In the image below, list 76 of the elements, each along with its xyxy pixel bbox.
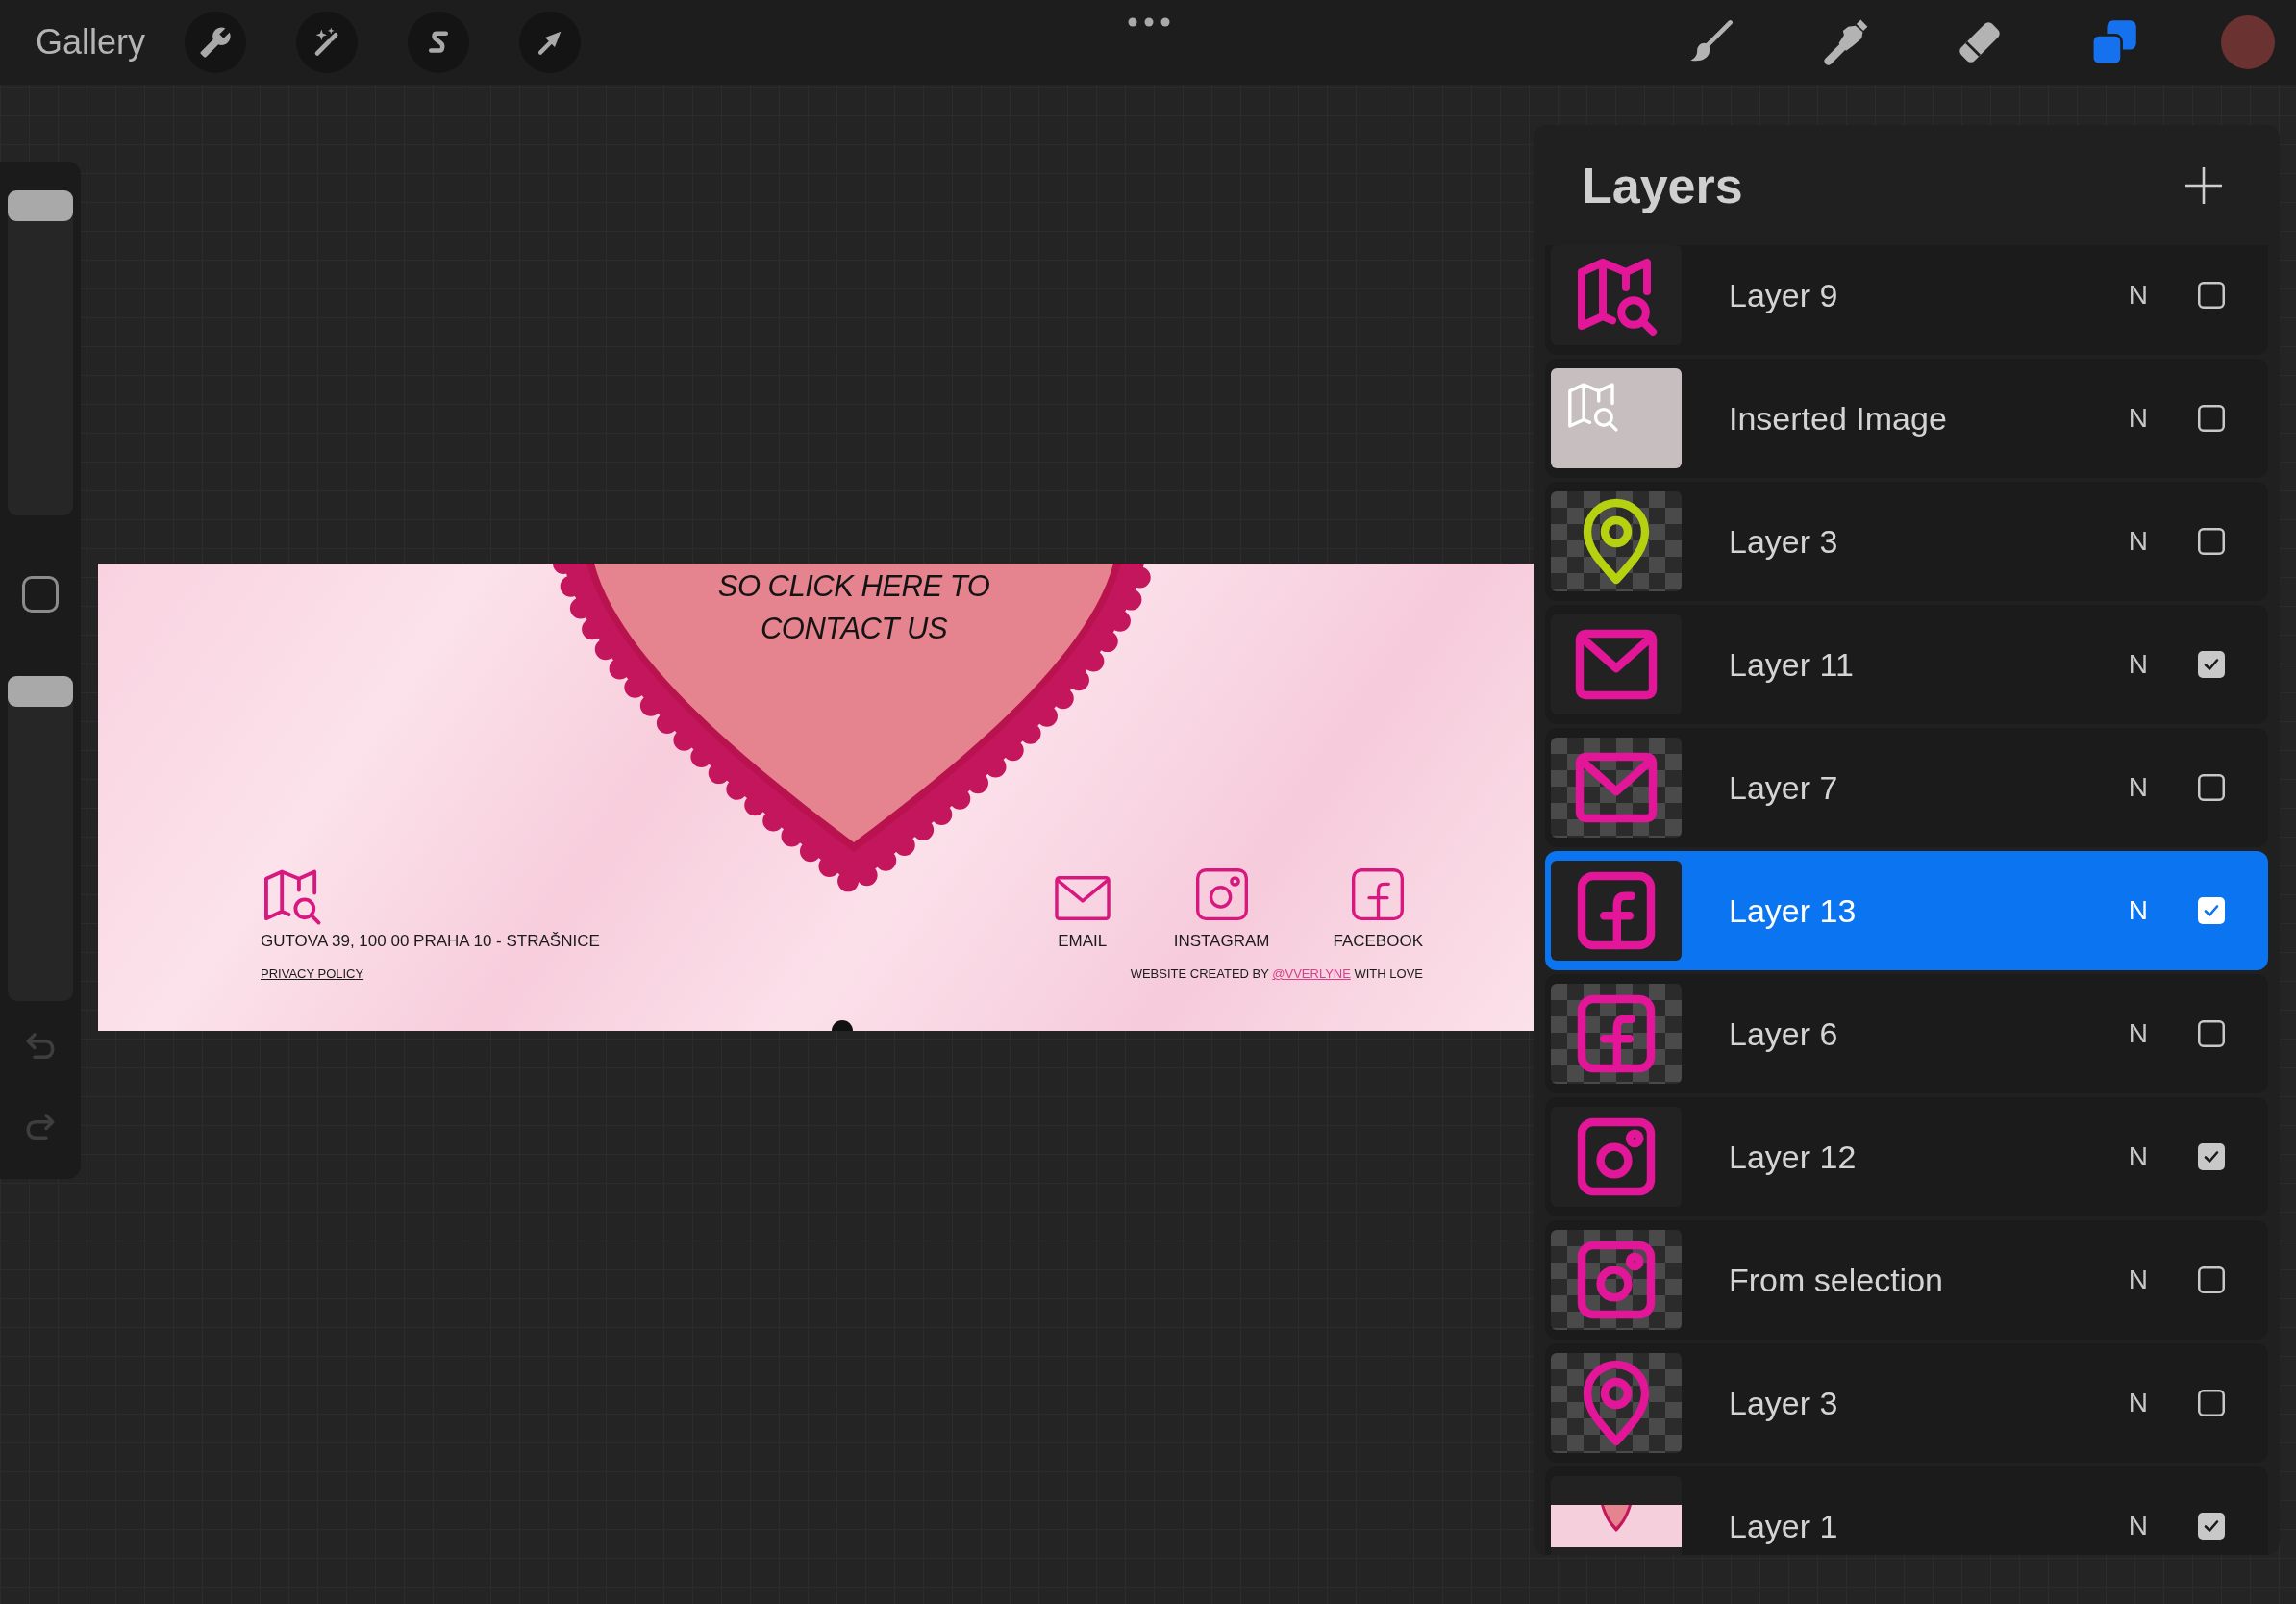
location-pin-thumbnail-icon (1551, 491, 1682, 591)
visibility-checkbox[interactable] (2198, 651, 2225, 678)
layer-row[interactable]: Layer 13 N (1545, 851, 2268, 970)
blend-mode-button[interactable]: N (2128, 1018, 2148, 1049)
layer-row[interactable]: Layer 1 N (1545, 1466, 2268, 1555)
layer-name: Layer 3 (1729, 522, 1839, 561)
credit-text: WEBSITE CREATED BY @VVERLYNE WITH LOVE (1130, 966, 1423, 982)
envelope-thumbnail-icon (1551, 738, 1682, 838)
blend-mode-button[interactable]: N (2128, 772, 2148, 803)
layer-row[interactable]: Layer 9 N (1545, 245, 2268, 355)
color-swatch[interactable] (2221, 15, 2275, 69)
wrench-icon (199, 26, 233, 59)
more-icon[interactable] (1127, 17, 1170, 27)
layer-row[interactable]: Layer 7 N (1545, 728, 2268, 847)
blend-mode-button[interactable]: N (2128, 1511, 2148, 1541)
privacy-policy-label: PRIVACY POLICY (261, 966, 364, 982)
blend-mode-button[interactable]: N (2128, 649, 2148, 680)
banner-thumbnail-icon (1551, 1476, 1682, 1555)
add-icon[interactable] (2184, 165, 2223, 205)
instagram-icon (1195, 868, 1248, 920)
blend-mode-button[interactable]: N (2128, 1141, 2148, 1172)
panel-title: Layers (1582, 156, 1743, 214)
author-handle: @VVERLYNE (1272, 966, 1351, 981)
blend-mode-button[interactable]: N (2128, 403, 2148, 434)
headline-text: SO CLICK HERE TO CONTACT US (716, 568, 991, 647)
layer-name: Layer 11 (1729, 645, 1855, 684)
location-pin-thumbnail-icon (1551, 1353, 1682, 1453)
layer-name: From selection (1729, 1261, 1944, 1299)
layer-row[interactable]: Layer 3 N (1545, 482, 2268, 601)
blend-mode-button[interactable]: N (2128, 526, 2148, 557)
visibility-checkbox[interactable] (2198, 282, 2225, 309)
layer-name: Layer 12 (1729, 1138, 1858, 1176)
contact-label: EMAIL (1058, 932, 1108, 951)
layer-name: Layer 7 (1729, 768, 1839, 807)
map-search-icon (263, 867, 323, 927)
instagram-thumbnail-icon (1551, 1230, 1682, 1330)
blend-mode-button[interactable]: N (2128, 1388, 2148, 1418)
instagram-thumbnail-icon (1551, 1107, 1682, 1207)
layer-row[interactable]: Inserted Image N (1545, 359, 2268, 478)
facebook-thumbnail-icon (1551, 984, 1682, 1084)
envelope-thumbnail-icon (1551, 614, 1682, 714)
layer-row[interactable]: Layer 12 N (1545, 1097, 2268, 1216)
layer-name: Layer 6 (1729, 1015, 1839, 1053)
layer-row[interactable]: Layer 6 N (1545, 974, 2268, 1093)
blend-mode-button[interactable]: N (2128, 280, 2148, 311)
layer-name: Inserted Image (1729, 399, 1948, 438)
visibility-checkbox[interactable] (2198, 405, 2225, 432)
gallery-button[interactable]: Gallery (36, 22, 146, 63)
layer-row[interactable]: Layer 11 N (1545, 605, 2268, 724)
visibility-checkbox[interactable] (2198, 1390, 2225, 1416)
slider-handle[interactable] (8, 676, 73, 707)
layer-name: Layer 1 (1729, 1507, 1839, 1545)
visibility-checkbox[interactable] (2198, 1513, 2225, 1540)
layer-name: Layer 9 (1729, 276, 1839, 314)
contact-label: INSTAGRAM (1173, 932, 1270, 951)
opacity-slider[interactable] (8, 676, 73, 1001)
slider-handle[interactable] (8, 190, 73, 221)
visibility-checkbox[interactable] (2198, 1266, 2225, 1293)
brush-size-slider[interactable] (8, 190, 73, 515)
contact-label: FACEBOOK (1333, 932, 1423, 951)
layer-row[interactable]: Layer 3 N (1545, 1343, 2268, 1463)
layer-name: Layer 3 (1729, 1384, 1839, 1422)
envelope-icon (1054, 876, 1111, 920)
visibility-checkbox[interactable] (2198, 1020, 2225, 1047)
facebook-thumbnail-icon (1551, 861, 1682, 961)
facebook-icon (1352, 868, 1405, 920)
visibility-checkbox[interactable] (2198, 897, 2225, 924)
blend-mode-button[interactable]: N (2128, 895, 2148, 926)
layer-row[interactable]: From selection N (1545, 1220, 2268, 1340)
visibility-checkbox[interactable] (2198, 528, 2225, 555)
visibility-checkbox[interactable] (2198, 1143, 2225, 1170)
blend-mode-button[interactable]: N (2128, 1265, 2148, 1295)
visibility-checkbox[interactable] (2198, 774, 2225, 801)
layer-name: Layer 13 (1729, 891, 1858, 930)
map-search-thumbnail-icon (1551, 368, 1682, 468)
address-text: GUTOVA 39, 100 00 PRAHA 10 - STRAŠNICE (261, 932, 600, 951)
